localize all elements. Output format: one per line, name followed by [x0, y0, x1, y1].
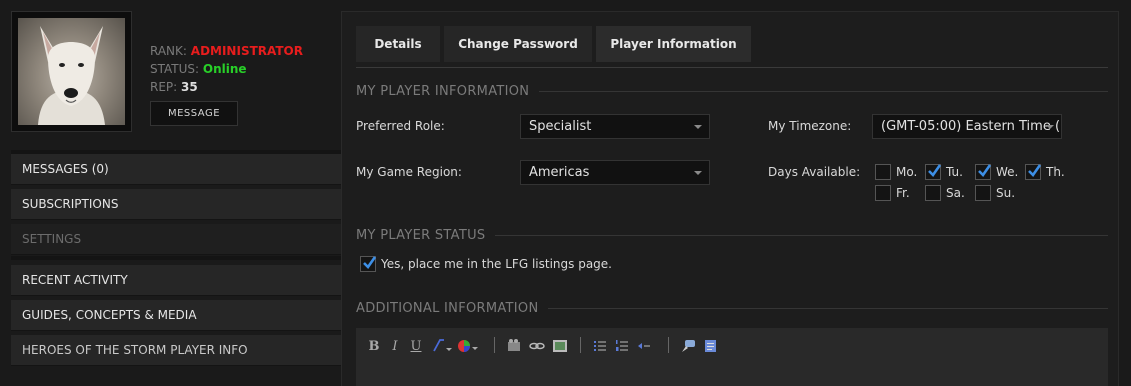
checkbox[interactable]: [875, 164, 891, 180]
italic-button[interactable]: I: [389, 338, 401, 354]
sidebar-item-guides[interactable]: GUIDES, CONCEPTS & MEDIA: [11, 300, 341, 331]
lfg-option[interactable]: Yes, place me in the LFG listings page.: [360, 256, 612, 272]
timezone-select[interactable]: (GMT-05:00) Eastern Time (US & Canada): [872, 114, 1062, 139]
font-style-icon[interactable]: [431, 338, 453, 354]
section-my-player-status: MY PLAYER STATUS: [356, 228, 1108, 243]
checkmark-icon: [978, 164, 992, 178]
lfg-label: Yes, place me in the LFG listings page.: [381, 257, 612, 271]
checkbox-checked[interactable]: [925, 164, 942, 180]
status-label: STATUS:: [150, 62, 200, 76]
checkmark-icon: [1028, 164, 1042, 178]
days-available-label: Days Available:: [768, 165, 861, 179]
day-su[interactable]: Su.: [975, 185, 1015, 201]
timezone-label: My Timezone:: [768, 119, 852, 133]
message-button[interactable]: MESSAGE: [150, 101, 238, 126]
bold-button[interactable]: B: [368, 338, 380, 354]
game-region-value: Americas: [529, 165, 590, 180]
day-fr[interactable]: Fr.: [875, 185, 910, 201]
text-color-icon[interactable]: [457, 338, 479, 354]
day-tu[interactable]: Tu.: [925, 164, 963, 180]
rank-value: ADMINISTRATOR: [190, 44, 303, 58]
tab-player-information[interactable]: Player Information: [596, 26, 751, 62]
section-title: MY PLAYER INFORMATION: [356, 84, 530, 99]
profile-info: RANK: ADMINISTRATOR STATUS: Online REP: …: [150, 42, 303, 96]
day-label: Mo.: [896, 165, 918, 179]
rep-label: REP:: [150, 80, 178, 94]
sidebar-item-settings[interactable]: SETTINGS: [11, 224, 341, 255]
section-my-player-information: MY PLAYER INFORMATION: [356, 84, 1108, 99]
section-rule: [495, 235, 1108, 236]
section-additional-information: ADDITIONAL INFORMATION: [356, 301, 1108, 316]
main-panel: Details Change Password Player Informati…: [341, 11, 1119, 386]
rank-row: RANK: ADMINISTRATOR: [150, 42, 303, 60]
chevron-down-icon: [694, 125, 702, 129]
tabs-underline: [356, 67, 1108, 68]
timezone-value: (GMT-05:00) Eastern Time (US & Canada): [881, 119, 1061, 134]
checkmark-icon: [928, 164, 942, 178]
tab-change-password[interactable]: Change Password: [444, 26, 592, 62]
quote-icon[interactable]: [680, 338, 696, 354]
section-rule: [548, 308, 1108, 309]
checkbox[interactable]: [925, 185, 941, 201]
rank-label: RANK:: [150, 44, 187, 58]
tab-details[interactable]: Details: [356, 26, 440, 62]
rich-text-editor[interactable]: B I U: [356, 328, 1108, 386]
preferred-role-label: Preferred Role:: [356, 119, 445, 133]
day-sa[interactable]: Sa.: [925, 185, 965, 201]
checkbox-checked[interactable]: [1025, 164, 1042, 180]
rep-value: 35: [181, 80, 198, 94]
sidebar-item-subscriptions[interactable]: SUBSCRIPTIONS: [11, 189, 341, 220]
day-label: Tu.: [946, 165, 963, 179]
outdent-icon[interactable]: [636, 338, 652, 354]
link-icon[interactable]: [529, 338, 545, 354]
section-title: MY PLAYER STATUS: [356, 228, 486, 243]
chevron-down-icon: [1046, 125, 1054, 129]
day-label: We.: [996, 165, 1019, 179]
checkmark-icon: [363, 256, 377, 270]
bullet-list-icon[interactable]: [592, 338, 608, 354]
avatar: [18, 18, 125, 125]
section-rule: [539, 91, 1108, 92]
toolbar-separator: [580, 337, 581, 353]
day-th[interactable]: Th.: [1025, 164, 1065, 180]
toolbar-separator: [494, 337, 495, 353]
avatar-frame: [11, 11, 132, 132]
day-label: Th.: [1046, 165, 1065, 179]
status-value: Online: [202, 62, 247, 76]
section-title: ADDITIONAL INFORMATION: [356, 301, 539, 316]
video-icon[interactable]: [506, 338, 522, 354]
day-we[interactable]: We.: [975, 164, 1018, 180]
day-label: Sa.: [946, 186, 965, 200]
bull-terrier-avatar-image: [38, 26, 105, 125]
code-icon[interactable]: [702, 338, 718, 354]
day-mo[interactable]: Mo.: [875, 164, 917, 180]
sidebar-item-recent-activity[interactable]: RECENT ACTIVITY: [11, 265, 341, 296]
underline-button[interactable]: U: [410, 338, 422, 354]
game-region-label: My Game Region:: [356, 165, 462, 179]
game-region-select[interactable]: Americas: [520, 160, 710, 185]
checkbox[interactable]: [875, 185, 891, 201]
preferred-role-value: Specialist: [529, 119, 592, 134]
sidebar-item-messages[interactable]: MESSAGES (0): [11, 154, 341, 185]
lfg-checkbox-checked[interactable]: [360, 256, 377, 272]
preferred-role-select[interactable]: Specialist: [520, 114, 710, 139]
numbered-list-icon[interactable]: [614, 338, 630, 354]
toolbar-separator: [668, 337, 669, 353]
status-row: STATUS: Online: [150, 60, 303, 78]
rep-row: REP: 35: [150, 78, 303, 96]
sidebar-item-hots-player-info[interactable]: HEROES OF THE STORM PLAYER INFO: [11, 335, 341, 366]
sidebar-divider: [11, 256, 341, 260]
checkbox[interactable]: [975, 185, 991, 201]
image-icon[interactable]: [552, 338, 568, 354]
checkbox-checked[interactable]: [975, 164, 992, 180]
day-label: Su.: [996, 186, 1016, 200]
day-label: Fr.: [896, 186, 910, 200]
chevron-down-icon: [694, 171, 702, 175]
